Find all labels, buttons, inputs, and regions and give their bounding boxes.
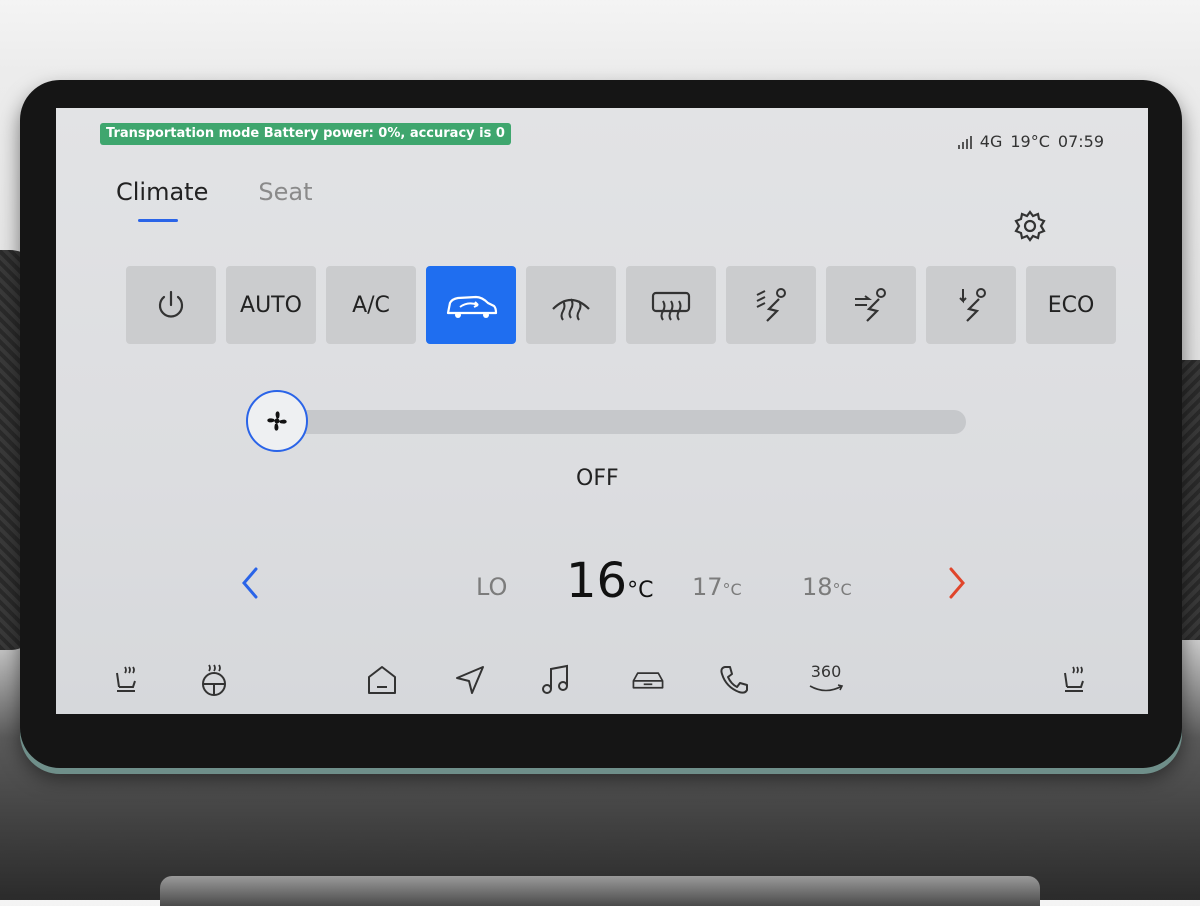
airflow-face-icon — [855, 288, 886, 322]
fan-speed-slider[interactable] — [246, 388, 966, 452]
transport-mode-banner: Transportation mode Battery power: 0%, a… — [100, 123, 511, 145]
power-icon — [158, 290, 184, 318]
clock: 07:59 — [1057, 132, 1104, 151]
phone-icon — [720, 666, 748, 694]
navigation-icon — [456, 666, 484, 694]
fan-icon — [267, 411, 287, 431]
chevron-right-icon — [949, 567, 965, 599]
infotainment-screen: Transportation mode Battery power: 0%, a… — [56, 108, 1148, 714]
tab-bar: Climate Seat — [116, 178, 312, 222]
airflow-windshield-icon — [756, 288, 786, 322]
front-defrost-icon — [552, 298, 590, 321]
ac-button[interactable]: A/C — [326, 266, 416, 344]
gear-icon[interactable] — [1012, 208, 1048, 244]
navigation-button[interactable] — [452, 662, 488, 698]
seat-heat-right-button[interactable] — [1056, 662, 1092, 698]
vehicle-button[interactable] — [630, 662, 666, 698]
recirculation-button[interactable] — [426, 266, 516, 344]
eco-button[interactable]: ECO — [1026, 266, 1116, 344]
fan-status-label: OFF — [576, 466, 619, 491]
music-button[interactable] — [538, 662, 574, 698]
auto-button[interactable]: AUTO — [226, 266, 316, 344]
network-label: 4G — [979, 132, 1003, 151]
signal-icon — [957, 135, 972, 149]
home-button[interactable] — [364, 662, 400, 698]
temp-option-18[interactable]: 18°C — [802, 573, 852, 601]
airflow-feet-button[interactable] — [926, 266, 1016, 344]
bottom-nav: 360 — [56, 656, 1148, 706]
seat-heat-left-button[interactable] — [108, 662, 144, 698]
front-defrost-button[interactable] — [526, 266, 616, 344]
outside-temperature: 19°C — [1010, 132, 1050, 151]
car-icon — [632, 672, 664, 689]
fan-speed-knob[interactable] — [246, 390, 308, 452]
chevron-left-icon — [242, 567, 258, 599]
home-icon — [368, 666, 396, 694]
steering-heat-button[interactable] — [196, 662, 232, 698]
dashboard-vent — [160, 876, 1040, 906]
rear-defrost-icon — [651, 291, 691, 321]
power-button[interactable] — [126, 266, 216, 344]
steering-heat-icon — [202, 664, 226, 696]
next-temperature-button[interactable] — [941, 563, 971, 603]
airflow-windshield-button[interactable] — [726, 266, 816, 344]
temp-option-lo[interactable]: LO — [476, 573, 507, 601]
seat-heat-icon — [1064, 666, 1084, 692]
fan-speed-track[interactable] — [276, 410, 966, 434]
climate-controls: AUTO A/C ECO — [126, 266, 1116, 344]
rotate-icon — [809, 684, 844, 692]
temperature-selector: LO 16°C 17°C 18°C — [236, 553, 976, 623]
camera-360-button[interactable]: 360 — [804, 662, 848, 698]
temp-option-current[interactable]: 16°C — [566, 553, 653, 609]
temp-unit: °C — [627, 578, 654, 603]
seat-heat-icon — [116, 666, 136, 692]
airflow-feet-icon — [959, 288, 986, 322]
temp-option-17[interactable]: 17°C — [692, 573, 742, 601]
status-bar: 4G 19°C 07:59 — [957, 132, 1104, 151]
tab-seat[interactable]: Seat — [258, 178, 312, 216]
camera-360-label: 360 — [810, 662, 842, 681]
music-icon — [542, 664, 568, 694]
rear-defrost-button[interactable] — [626, 266, 716, 344]
airflow-face-button[interactable] — [826, 266, 916, 344]
tab-climate[interactable]: Climate — [116, 178, 208, 222]
car-recirculation-icon — [446, 295, 498, 318]
phone-button[interactable] — [716, 662, 752, 698]
prev-temperature-button[interactable] — [236, 563, 266, 603]
